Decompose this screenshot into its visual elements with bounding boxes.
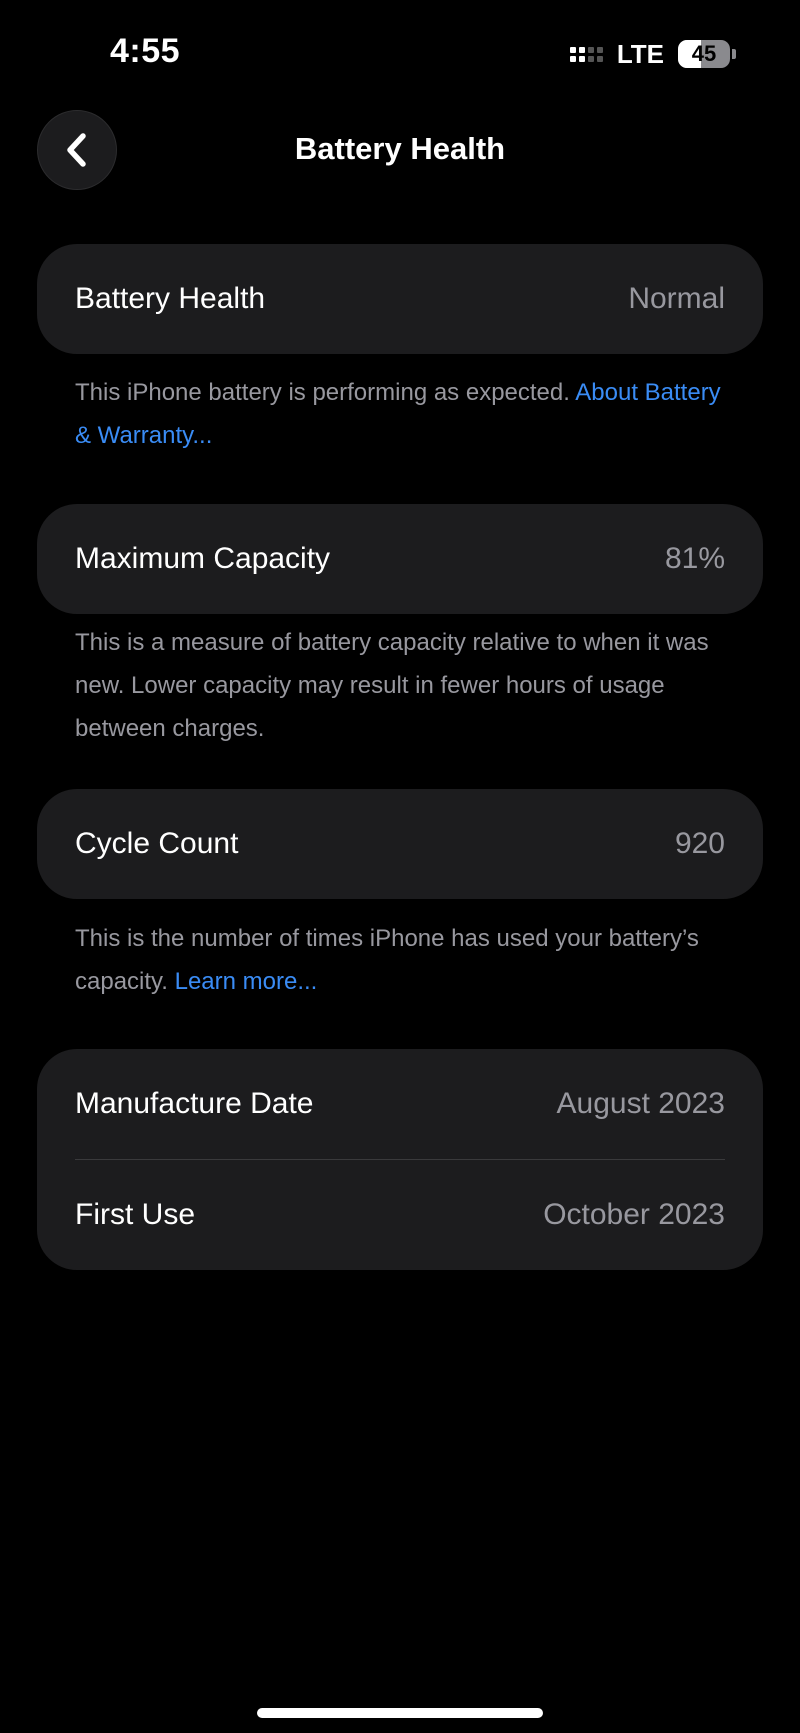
battery-icon: 45 <box>678 40 730 68</box>
battery-health-note: This iPhone battery is performing as exp… <box>75 371 735 457</box>
cellular-signal-icon <box>569 46 603 62</box>
battery-health-label: Battery Health <box>75 282 266 315</box>
battery-health-card: Battery Health Normal <box>37 244 763 354</box>
maximum-capacity-card: Maximum Capacity 81% <box>37 504 763 614</box>
learn-more-link[interactable]: Learn more... <box>175 968 318 995</box>
battery-tip <box>732 49 736 59</box>
manufacture-date-value: August 2023 <box>556 1087 725 1120</box>
status-indicators: LTE 45 <box>569 38 736 70</box>
home-indicator[interactable] <box>257 1708 543 1718</box>
manufacture-date-row: Manufacture Date August 2023 <box>37 1049 763 1159</box>
cycle-count-row: Cycle Count 920 <box>37 789 763 899</box>
maximum-capacity-label: Maximum Capacity <box>75 542 331 575</box>
cycle-count-note: This is the number of times iPhone has u… <box>75 917 735 1003</box>
dates-card: Manufacture Date August 2023 First Use O… <box>37 1049 763 1270</box>
status-time: 4:55 <box>110 32 181 70</box>
maximum-capacity-row: Maximum Capacity 81% <box>37 504 763 614</box>
first-use-row: First Use October 2023 <box>37 1160 763 1270</box>
status-bar: 4:55 LTE 45 <box>0 0 800 110</box>
maximum-capacity-note-text: This is a measure of battery capacity re… <box>75 629 709 742</box>
cycle-count-note-text: This is the number of times iPhone has u… <box>75 925 699 995</box>
cycle-count-label: Cycle Count <box>75 827 239 860</box>
battery-health-note-text: This iPhone battery is performing as exp… <box>75 379 576 406</box>
manufacture-date-label: Manufacture Date <box>75 1087 314 1120</box>
first-use-value: October 2023 <box>543 1198 725 1231</box>
maximum-capacity-value: 81% <box>664 542 725 575</box>
cycle-count-card: Cycle Count 920 <box>37 789 763 899</box>
maximum-capacity-note: This is a measure of battery capacity re… <box>75 621 735 750</box>
first-use-label: First Use <box>75 1198 195 1231</box>
battery-health-row: Battery Health Normal <box>37 244 763 354</box>
battery-health-value: Normal <box>628 282 725 315</box>
cycle-count-value: 920 <box>674 827 725 860</box>
battery-percent: 45 <box>691 41 717 66</box>
page-title: Battery Health <box>294 131 506 166</box>
network-type: LTE <box>616 38 664 69</box>
